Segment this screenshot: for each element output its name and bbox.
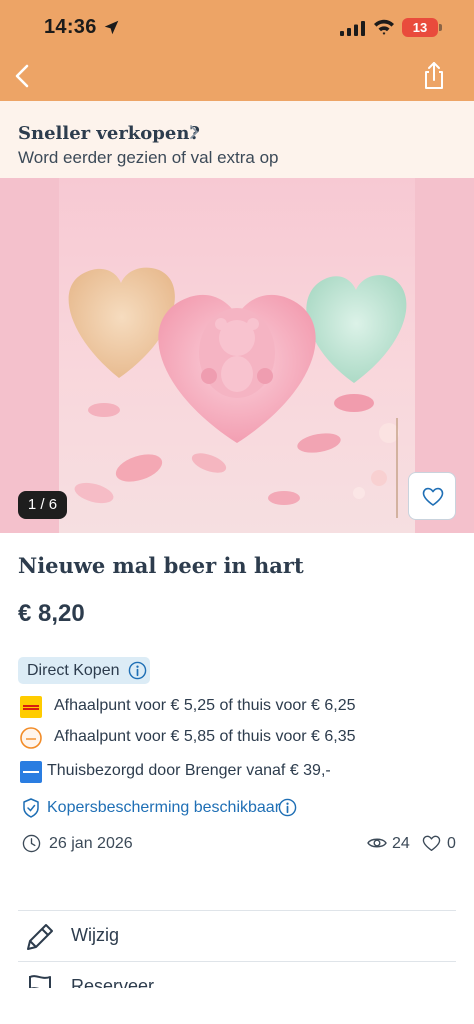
share-icon[interactable] bbox=[420, 60, 448, 92]
eye-icon bbox=[367, 838, 387, 848]
shipping-option-dhl: Afhaalpunt voor € 5,25 of thuis voor € 6… bbox=[18, 695, 458, 719]
promo-banner[interactable]: Sneller verkopen? Word eerder gezien of … bbox=[0, 101, 474, 178]
listing-title: Nieuwe mal beer in hart bbox=[18, 553, 304, 578]
view-count: 24 bbox=[392, 835, 410, 852]
promo-subtitle: Word eerder gezien of val extra op bbox=[18, 148, 279, 167]
buyer-protection[interactable]: Kopersbescherming beschikbaar bbox=[18, 795, 318, 821]
buyer-protection-label: Kopersbescherming beschikbaar bbox=[47, 799, 281, 816]
direct-buy-badge: Direct Kopen bbox=[18, 657, 150, 684]
promo-title: Sneller verkopen? bbox=[18, 123, 200, 144]
postnl-icon bbox=[20, 727, 42, 749]
battery-indicator: 13 bbox=[402, 18, 438, 37]
brenger-icon bbox=[20, 761, 42, 783]
chevron-right-icon bbox=[190, 125, 198, 139]
dhl-icon bbox=[20, 696, 42, 718]
listing-date: 26 jan 2026 bbox=[49, 835, 133, 852]
battery-nub bbox=[439, 24, 442, 31]
shipping-option-brenger: Thuisbezorgd door Brenger vanaf € 39,- bbox=[18, 760, 458, 784]
back-arrow-icon[interactable] bbox=[10, 62, 36, 90]
listing-photo-carousel[interactable] bbox=[0, 178, 474, 533]
listing-meta: 26 jan 2026 24 0 bbox=[18, 831, 458, 857]
shipping-text: Thuisbezorgd door Brenger vanaf € 39,- bbox=[47, 762, 331, 779]
wifi-icon bbox=[374, 19, 394, 35]
info-icon[interactable] bbox=[128, 661, 147, 680]
reserve-action[interactable]: Reserveer bbox=[18, 962, 456, 988]
edit-label: Wijzig bbox=[71, 925, 119, 945]
heart-icon bbox=[422, 835, 441, 851]
listing-price: € 8,20 bbox=[18, 600, 85, 627]
clock-icon bbox=[22, 834, 41, 853]
listing-photo bbox=[59, 178, 415, 533]
favorite-count: 0 bbox=[447, 835, 456, 852]
status-bar: 14:36 13 bbox=[0, 0, 474, 56]
top-bar: 14:36 13 bbox=[0, 0, 474, 101]
heart-icon bbox=[422, 487, 444, 506]
shield-icon bbox=[23, 798, 39, 818]
favorite-button[interactable] bbox=[408, 472, 456, 520]
shipping-text: Afhaalpunt voor € 5,85 of thuis voor € 6… bbox=[54, 728, 356, 745]
flag-icon bbox=[29, 975, 51, 988]
shipping-option-postnl: Afhaalpunt voor € 5,85 of thuis voor € 6… bbox=[18, 726, 458, 750]
direct-buy-label: Direct Kopen bbox=[27, 662, 120, 679]
image-counter: 1 / 6 bbox=[18, 491, 67, 519]
cellular-signal-icon bbox=[340, 21, 365, 36]
pencil-icon bbox=[27, 924, 53, 950]
edit-action[interactable]: Wijzig bbox=[18, 911, 456, 961]
info-icon[interactable] bbox=[278, 798, 297, 817]
shipping-text: Afhaalpunt voor € 5,25 of thuis voor € 6… bbox=[54, 697, 356, 714]
status-time: 14:36 bbox=[44, 16, 97, 38]
reserve-label: Reserveer bbox=[71, 976, 155, 988]
location-arrow-icon bbox=[104, 20, 119, 35]
